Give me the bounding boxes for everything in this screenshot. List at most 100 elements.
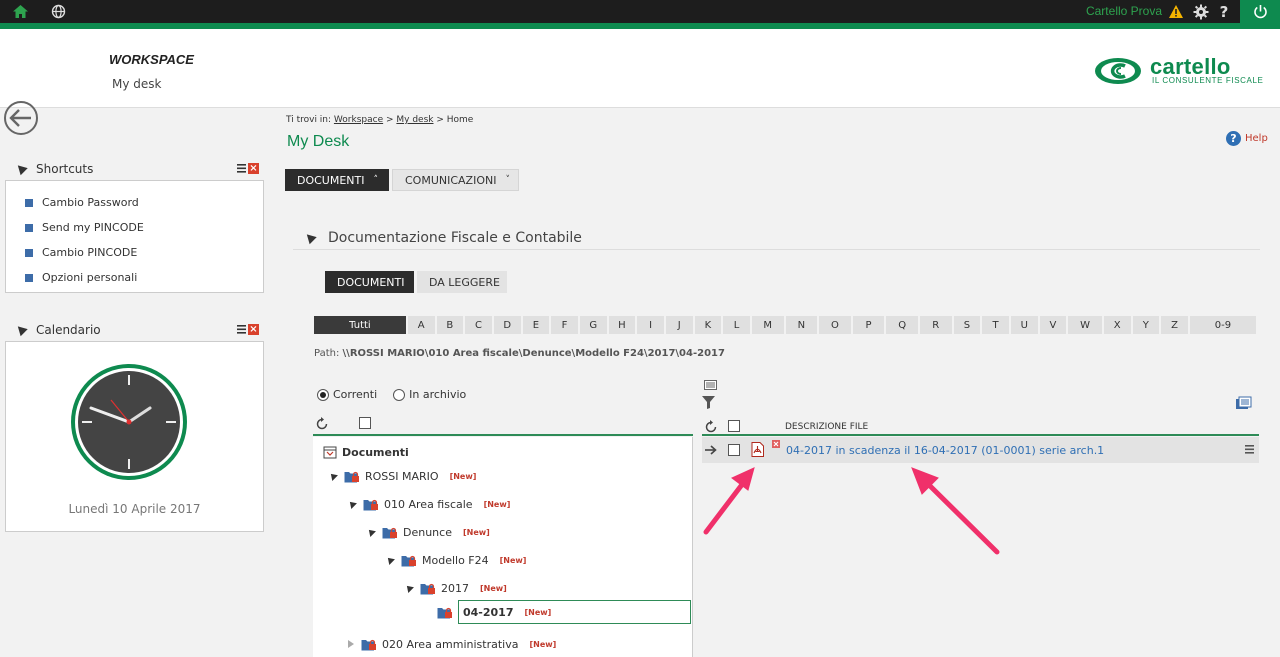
calendar-panel: Lunedì 10 Aprile 2017 [5, 341, 264, 532]
alpha-filter-o[interactable]: O [819, 316, 851, 334]
refresh-icon[interactable] [704, 420, 718, 434]
tree-node[interactable]: 010 Area fiscale [New] [347, 495, 510, 513]
subtab-documenti[interactable]: DOCUMENTI [325, 271, 414, 293]
expanded-triangle-icon[interactable] [366, 527, 376, 537]
tab-documenti[interactable]: DOCUMENTI ˄ [285, 169, 389, 191]
pdf-icon[interactable] [751, 442, 764, 457]
file-row[interactable]: 04-2017 in scadenza il 16-04-2017 (01-00… [702, 437, 1259, 463]
help-icon[interactable]: ? [1216, 3, 1232, 21]
export-icon[interactable] [1235, 396, 1252, 410]
alpha-filter-v[interactable]: V [1039, 316, 1067, 334]
new-badge: [New] [480, 583, 507, 593]
expanded-triangle-icon[interactable] [347, 499, 357, 509]
alpha-filter-a[interactable]: A [407, 316, 435, 334]
file-row-checkbox[interactable] [728, 444, 740, 456]
alpha-filter-p[interactable]: P [852, 316, 885, 334]
collapse-triangle-icon[interactable] [14, 161, 28, 176]
breadcrumb-my-desk[interactable]: My desk [396, 115, 433, 125]
tab-comunicazioni[interactable]: COMUNICAZIONI ˅ [392, 169, 519, 191]
expanded-triangle-icon[interactable] [404, 583, 414, 593]
alpha-filter-m[interactable]: M [751, 316, 784, 334]
close-icon[interactable]: × [248, 324, 259, 335]
tree-root[interactable]: Documenti [323, 443, 409, 461]
help-link[interactable]: ? Help [1226, 131, 1268, 146]
alpha-filter-h[interactable]: H [608, 316, 636, 334]
shortcut-opzioni-personali[interactable]: Opzioni personali [6, 265, 263, 290]
tree-node[interactable]: Modello F24 [New] [385, 551, 526, 569]
menu-icon[interactable] [237, 324, 246, 334]
tree-node[interactable]: 2017 [New] [404, 579, 507, 597]
path-display: Path: \\ROSSI MARIO\010 Area fiscale\Den… [314, 348, 725, 359]
tree-toolbar [313, 414, 693, 436]
alpha-filter-t[interactable]: T [982, 316, 1009, 334]
alpha-filter-z[interactable]: Z [1161, 316, 1188, 334]
alpha-filter-s[interactable]: S [953, 316, 981, 334]
alpha-filter-l[interactable]: L [723, 316, 750, 334]
breadcrumb-workspace[interactable]: Workspace [334, 115, 383, 125]
close-icon[interactable]: × [248, 163, 259, 174]
logout-button[interactable] [1240, 0, 1280, 23]
workspace-title: WORKSPACE [109, 52, 194, 67]
expanded-triangle-icon[interactable] [328, 471, 338, 481]
alpha-filter-b[interactable]: B [436, 316, 464, 334]
alpha-filter-y[interactable]: Y [1132, 316, 1160, 334]
tree-node[interactable]: 020 Area amministrativa [New] [348, 635, 556, 653]
archive-filter: Correnti In archivio [317, 388, 466, 401]
collapse-triangle-icon[interactable] [303, 230, 317, 245]
alpha-filter-tutti[interactable]: Tutti [314, 316, 406, 334]
tree-node[interactable]: 04-2017 [New] [437, 600, 691, 624]
collapse-triangle-icon[interactable] [14, 322, 28, 337]
expanded-triangle-icon[interactable] [385, 555, 395, 565]
alpha-filter-k[interactable]: K [694, 316, 722, 334]
locked-folder-icon [344, 471, 359, 482]
refresh-icon[interactable] [315, 417, 329, 431]
alpha-filter-x[interactable]: X [1103, 316, 1131, 334]
tree-node[interactable]: Denunce [New] [366, 523, 490, 541]
shortcuts-panel: Cambio Password Send my PINCODE Cambio P… [5, 180, 264, 293]
bullet-icon [25, 223, 33, 232]
collapsed-triangle-icon[interactable] [348, 640, 354, 648]
alpha-filter-n[interactable]: N [785, 316, 818, 334]
radio-correnti-label: Correnti [333, 388, 378, 401]
tree-node-label: 020 Area amministrativa [382, 637, 519, 651]
user-name[interactable]: Cartello Prova [1086, 4, 1162, 18]
shortcut-cambio-pincode[interactable]: Cambio PINCODE [6, 240, 263, 265]
alpha-filter-c[interactable]: C [465, 316, 492, 334]
menu-icon[interactable] [237, 163, 246, 173]
alpha-filter-f[interactable]: F [551, 316, 578, 334]
column-descrizione-file[interactable]: DESCRIZIONE FILE [785, 422, 868, 432]
alpha-filter-e[interactable]: E [522, 316, 550, 334]
back-button[interactable] [3, 101, 39, 137]
alpha-filter-j[interactable]: J [665, 316, 693, 334]
alpha-filter-i[interactable]: I [637, 316, 664, 334]
row-menu-icon[interactable] [1245, 444, 1254, 454]
tree-select-all-checkbox[interactable] [359, 417, 371, 429]
annotation-arrows [703, 467, 1000, 555]
subtab-da-leggere[interactable]: DA LEGGERE [417, 271, 507, 293]
tree-node[interactable]: ROSSI MARIO [New] [328, 467, 476, 485]
alpha-filter-u[interactable]: U [1010, 316, 1038, 334]
shortcut-cambio-password[interactable]: Cambio Password [6, 190, 263, 215]
file-select-all-checkbox[interactable] [728, 420, 740, 432]
file-link[interactable]: 04-2017 in scadenza il 16-04-2017 (01-00… [786, 444, 1104, 457]
locked-folder-icon [363, 499, 378, 510]
radio-in-archivio[interactable] [393, 388, 406, 401]
logo-tagline: IL CONSULENTE FISCALE [1152, 76, 1264, 85]
alpha-filter-q[interactable]: Q [886, 316, 918, 334]
home-icon[interactable] [11, 3, 29, 20]
radio-correnti[interactable] [317, 388, 329, 401]
alpha-filter-0-9[interactable]: 0-9 [1189, 316, 1257, 334]
filter-icon[interactable] [702, 396, 715, 409]
globe-icon[interactable] [50, 3, 67, 20]
warning-icon[interactable] [1167, 3, 1185, 20]
gear-icon[interactable] [1192, 3, 1210, 20]
alpha-filter-g[interactable]: G [579, 316, 607, 334]
chevron-down-icon: ˅ [505, 175, 510, 185]
alpha-filter-r[interactable]: R [919, 316, 952, 334]
list-view-icon[interactable] [704, 380, 717, 390]
alpha-filter-w[interactable]: W [1068, 316, 1102, 334]
tab-label: DOCUMENTI [297, 173, 365, 187]
alpha-filter-d[interactable]: D [493, 316, 521, 334]
shortcut-send-pincode[interactable]: Send my PINCODE [6, 215, 263, 240]
arrow-right-icon[interactable] [705, 445, 717, 455]
